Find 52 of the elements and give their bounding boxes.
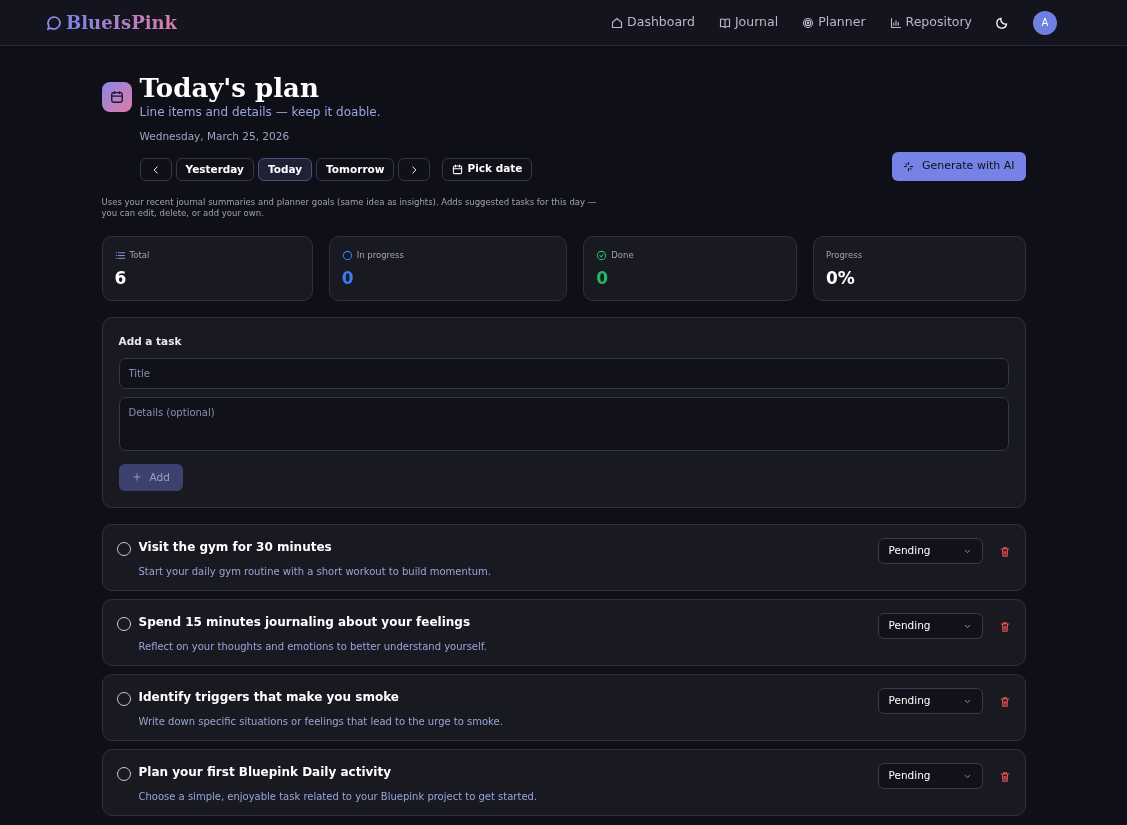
- nav-link[interactable]: Dashboard: [611, 13, 695, 32]
- avatar[interactable]: A: [1033, 10, 1057, 35]
- stat-label: In progress: [356, 248, 404, 262]
- task-details: Reflect on your thoughts and emotions to better understand yourself.: [138, 640, 488, 655]
- task-title: Spend 15 minutes journaling about your feelings: [138, 614, 472, 632]
- status-select[interactable]: Pending: [877, 538, 983, 565]
- circle-icon: [341, 249, 353, 261]
- stat-value: 0%: [825, 266, 856, 290]
- task-details: Start your daily gym routine with a short workout to build momentum.: [138, 565, 493, 580]
- nav-link[interactable]: Journal: [718, 13, 779, 32]
- moon-icon[interactable]: [996, 16, 1009, 29]
- generate-button[interactable]: Generate with AI: [892, 152, 1026, 181]
- task-title: Plan your first Bluepink Daily activity: [138, 764, 392, 782]
- stat-label: Total: [129, 248, 150, 262]
- description-text: Uses your recent journal summaries and planner goals (same idea as insights). Adds suggested tasks for this day — you can edit, delete, or add your own.: [101, 196, 598, 220]
- trash-icon: [998, 545, 1011, 558]
- task-details: Choose a simple, enjoyable task related to your Bluepink project to get started.: [138, 790, 539, 805]
- day-button[interactable]: Today: [257, 157, 313, 181]
- home-icon: [611, 16, 624, 29]
- nav-link[interactable]: Planner: [802, 13, 866, 32]
- date-text: Wednesday, March 25, 2026: [139, 128, 291, 144]
- day-button[interactable]: Yesterday: [175, 157, 254, 181]
- book-icon: [718, 16, 731, 29]
- page-title: Today's plan: [139, 74, 320, 103]
- plus-icon: [131, 472, 142, 483]
- pick-date-button[interactable]: Pick date: [442, 157, 533, 181]
- chat-bubble-icon: [46, 14, 62, 31]
- task-details: Write down specific situations or feelings that lead to the urge to smoke.: [138, 715, 504, 730]
- sparkle-icon: [903, 161, 914, 173]
- target-icon: [802, 16, 815, 29]
- stat-label: Progress: [825, 248, 863, 262]
- calendar-icon: [101, 82, 132, 112]
- page-subtitle: Line items and details — keep it doable.: [139, 103, 381, 121]
- stat-value: 0: [341, 266, 355, 290]
- trash-icon: [998, 770, 1011, 783]
- section-heading: Add a task: [118, 333, 183, 349]
- status-select[interactable]: Pending: [877, 763, 983, 790]
- bar-chart-icon: [889, 16, 902, 29]
- calendar-icon: [452, 163, 464, 175]
- check-circle-icon: [596, 249, 608, 261]
- stat-label: Done: [611, 248, 634, 262]
- trash-icon: [998, 695, 1011, 708]
- day-button[interactable]: Tomorrow: [316, 157, 395, 181]
- stat-value: 6: [114, 266, 128, 290]
- task-title: Visit the gym for 30 minutes: [138, 539, 333, 557]
- status-select[interactable]: Pending: [877, 613, 983, 640]
- status-select[interactable]: Pending: [877, 688, 983, 715]
- trash-icon: [998, 620, 1011, 633]
- stat-value: 0: [596, 266, 610, 290]
- task-title: Identify triggers that make you smoke: [138, 689, 400, 707]
- nav-link[interactable]: Repository: [889, 13, 972, 32]
- list-icon: [114, 249, 126, 261]
